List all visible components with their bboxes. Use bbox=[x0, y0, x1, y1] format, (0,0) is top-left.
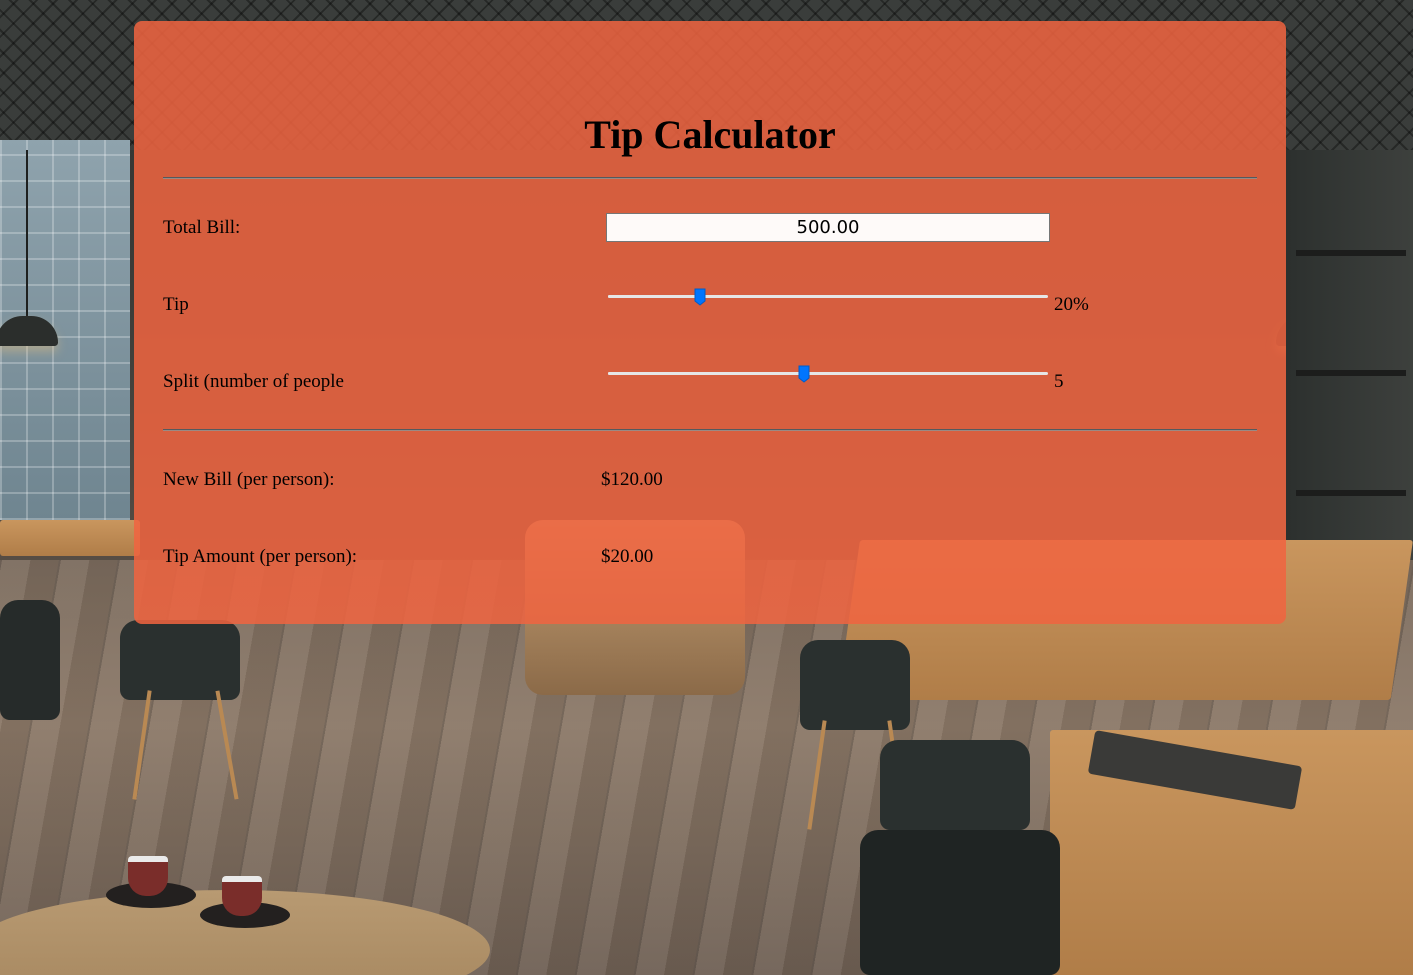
chair bbox=[860, 830, 1060, 975]
total-bill-label: Total Bill: bbox=[163, 217, 241, 238]
divider-bottom bbox=[163, 429, 1257, 431]
tip-label: Tip bbox=[163, 294, 189, 315]
shelf bbox=[1296, 490, 1406, 496]
tip-percent-value: 20% bbox=[1054, 294, 1089, 315]
new-bill-value: $120.00 bbox=[601, 469, 663, 490]
lamp-cord bbox=[26, 150, 28, 318]
shelf bbox=[1296, 370, 1406, 376]
tip-slider-fill bbox=[608, 295, 700, 298]
split-label: Split (number of people bbox=[163, 371, 344, 392]
shelf bbox=[1296, 250, 1406, 256]
page-title: Tip Calculator bbox=[584, 112, 836, 157]
chair bbox=[0, 600, 60, 720]
split-count-value: 5 bbox=[1054, 371, 1064, 392]
tip-amount-label: Tip Amount (per person): bbox=[163, 546, 358, 567]
tip-calculator-card: Tip Calculator Total Bill: 500.00 Tip 20… bbox=[134, 21, 1286, 624]
coffee-cup bbox=[128, 856, 168, 896]
tip-slider[interactable] bbox=[608, 287, 1048, 307]
chair bbox=[800, 640, 910, 730]
coffee-cup bbox=[222, 876, 262, 916]
chair bbox=[120, 620, 240, 700]
total-bill-input[interactable]: 500.00 bbox=[606, 213, 1050, 242]
slider-thumb-icon[interactable] bbox=[798, 365, 810, 383]
split-slider-fill bbox=[608, 372, 805, 375]
new-bill-label: New Bill (per person): bbox=[163, 469, 335, 490]
divider-top bbox=[163, 177, 1257, 179]
slider-thumb-icon[interactable] bbox=[694, 288, 706, 306]
tip-amount-value: $20.00 bbox=[601, 546, 654, 567]
split-slider[interactable] bbox=[608, 364, 1048, 384]
table bbox=[0, 520, 140, 556]
chair bbox=[880, 740, 1030, 830]
